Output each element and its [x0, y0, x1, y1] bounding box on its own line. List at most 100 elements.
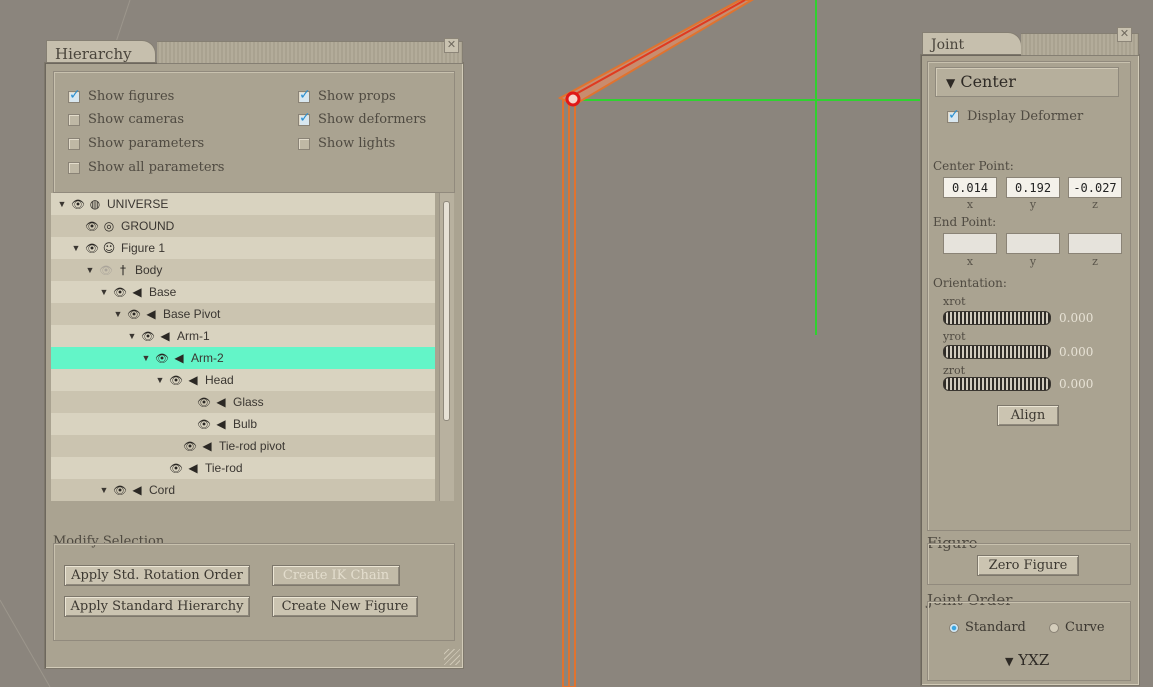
tree-scrollbar-thumb[interactable]: [443, 201, 450, 421]
expand-triangle-icon[interactable]: ▼: [111, 309, 125, 319]
mode-dropdown[interactable]: ▼ Center: [935, 67, 1119, 97]
tree-row[interactable]: 👁︎ ◀ Tie-rod pivot: [51, 435, 435, 457]
tree-node-label[interactable]: Figure 1: [121, 241, 165, 255]
tree-node-label[interactable]: Tie-rod: [205, 461, 243, 475]
eye-visibility-icon[interactable]: 👁︎: [195, 396, 213, 409]
eye-visibility-icon[interactable]: 👁︎: [125, 308, 143, 321]
center-z-input[interactable]: -0.027: [1068, 177, 1122, 198]
show-parameters-checkbox[interactable]: Show parameters: [68, 136, 204, 151]
tree-row[interactable]: 👁︎ ◀ Glass: [51, 391, 435, 413]
tree-row[interactable]: ▼ 👁︎ ◀ Head: [51, 369, 435, 391]
show-lights-checkbox[interactable]: Show lights: [298, 136, 395, 151]
tree-node-label[interactable]: Tie-rod pivot: [219, 439, 285, 453]
eye-visibility-icon[interactable]: 👁︎: [83, 220, 101, 233]
checkbox-box[interactable]: [298, 87, 311, 103]
yrot-dial[interactable]: [943, 345, 1051, 359]
eye-visibility-icon[interactable]: 👁︎: [69, 198, 87, 211]
modify-selection-group: Apply Std. Rotation Order Create IK Chai…: [53, 543, 455, 641]
tree-row[interactable]: 👁︎ ◀ Bulb: [51, 413, 435, 435]
hierarchy-tree[interactable]: ▼ 👁︎ ◍ UNIVERSE 👁︎ ◎ GROUND ▼ 👁︎ ☺ Figure 1 ▼ 👁︎ † Bod…: [51, 193, 437, 501]
eye-visibility-icon[interactable]: 👁︎: [83, 242, 101, 255]
eye-visibility-icon[interactable]: 👁︎: [111, 286, 129, 299]
checkbox-box[interactable]: [68, 137, 80, 150]
create-new-figure-button[interactable]: Create New Figure: [272, 596, 418, 617]
tree-row[interactable]: ▼ 👁︎ † Body: [51, 259, 435, 281]
tree-row[interactable]: ▼ 👁︎ ◀ Base: [51, 281, 435, 303]
tree-node-label[interactable]: Glass: [233, 395, 264, 409]
expand-triangle-icon[interactable]: ▼: [55, 199, 69, 209]
tree-node-label[interactable]: Base Pivot: [163, 307, 220, 321]
show-figures-checkbox[interactable]: Show figures: [68, 87, 174, 104]
standard-radio[interactable]: Standard: [949, 620, 1026, 635]
center-x-input[interactable]: 0.014: [943, 177, 997, 198]
tree-row[interactable]: ▼ 👁︎ ◀ Base Pivot: [51, 303, 435, 325]
tree-node-label[interactable]: GROUND: [121, 219, 174, 233]
checkbox-box[interactable]: [298, 137, 310, 150]
show-cameras-checkbox[interactable]: Show cameras: [68, 112, 184, 127]
tree-node-label[interactable]: Base: [149, 285, 176, 299]
apply-standard-hierarchy-button[interactable]: Apply Standard Hierarchy: [64, 596, 250, 617]
tree-node-label[interactable]: Bulb: [233, 417, 257, 431]
close-icon[interactable]: ✕: [1117, 27, 1132, 42]
show-all-parameters-checkbox[interactable]: Show all parameters: [68, 160, 224, 175]
expand-triangle-icon[interactable]: ▼: [83, 265, 97, 275]
checkbox-box[interactable]: [68, 113, 80, 126]
hierarchy-panel: ✕ Show figures Show cameras Show paramet…: [44, 38, 464, 669]
eye-visibility-icon[interactable]: 👁︎: [195, 418, 213, 431]
tree-row[interactable]: ▼ 👁︎ ◍ UNIVERSE: [51, 193, 435, 215]
expand-triangle-icon[interactable]: ▼: [97, 287, 111, 297]
tree-row[interactable]: 👁︎ ◎ GROUND: [51, 215, 435, 237]
zero-figure-button[interactable]: Zero Figure: [977, 555, 1079, 576]
end-y-input[interactable]: [1006, 233, 1060, 254]
tree-row[interactable]: ▼ 👁︎ ◀ Arm-2: [51, 347, 435, 369]
end-x-input[interactable]: [943, 233, 997, 254]
show-deformers-checkbox[interactable]: Show deformers: [298, 110, 426, 127]
tree-node-label[interactable]: UNIVERSE: [107, 197, 168, 211]
tree-row[interactable]: ▼ 👁︎ ☺ Figure 1: [51, 237, 435, 259]
tree-scrollbar[interactable]: [439, 193, 454, 501]
tree-row[interactable]: ▼ 👁︎ ◀ Arm-1: [51, 325, 435, 347]
show-props-checkbox[interactable]: Show props: [298, 87, 396, 104]
tree-row[interactable]: ▼ 👁︎ ◀ Cord: [51, 479, 435, 501]
expand-triangle-icon[interactable]: ▼: [139, 353, 153, 363]
expand-triangle-icon[interactable]: ▼: [153, 375, 167, 385]
tree-node-label[interactable]: Body: [135, 263, 162, 277]
expand-triangle-icon[interactable]: ▼: [69, 243, 83, 253]
tree-node-label[interactable]: Arm-2: [191, 351, 224, 365]
checkbox-box[interactable]: [68, 87, 81, 103]
xrot-dial[interactable]: [943, 311, 1051, 325]
tree-node-label[interactable]: Arm-1: [177, 329, 210, 343]
eye-visibility-icon[interactable]: 👁︎: [167, 374, 185, 387]
eye-visibility-icon[interactable]: 👁︎: [111, 484, 129, 497]
eye-visibility-icon[interactable]: 👁︎: [181, 440, 199, 453]
radio-dot[interactable]: [949, 622, 959, 633]
expand-triangle-icon[interactable]: ▼: [125, 331, 139, 341]
align-button[interactable]: Align: [997, 405, 1059, 426]
eye-visibility-icon[interactable]: 👁︎: [167, 462, 185, 475]
eye-visibility-icon[interactable]: 👁︎: [139, 330, 157, 343]
resize-grip-icon[interactable]: [444, 649, 460, 665]
tree-node-label[interactable]: Cord: [149, 483, 175, 497]
display-deformer-checkbox[interactable]: Display Deformer: [947, 107, 1083, 124]
eye-visibility-icon[interactable]: 👁︎: [97, 264, 115, 277]
radio-dot[interactable]: [1049, 622, 1059, 633]
curve-radio[interactable]: Curve: [1049, 620, 1105, 635]
expand-triangle-icon[interactable]: ▼: [97, 485, 111, 495]
close-icon[interactable]: ✕: [444, 38, 459, 53]
end-z-input[interactable]: [1068, 233, 1122, 254]
hierarchy-tab[interactable]: Hierarchy: [46, 40, 156, 64]
order-dropdown[interactable]: ▼ YXZ: [1005, 651, 1049, 669]
xrot-value: 0.000: [1059, 311, 1094, 325]
checkbox-box[interactable]: [947, 107, 960, 123]
apply-rotation-order-button[interactable]: Apply Std. Rotation Order: [64, 565, 250, 586]
eye-visibility-icon[interactable]: 👁︎: [153, 352, 171, 365]
checkbox-box[interactable]: [298, 110, 311, 126]
joint-editor-tab[interactable]: Joint Editor: [922, 32, 1022, 69]
center-y-input[interactable]: 0.192: [1006, 177, 1060, 198]
checkbox-box[interactable]: [68, 161, 80, 174]
zrot-dial[interactable]: [943, 377, 1051, 391]
tree-node-label[interactable]: Head: [205, 373, 234, 387]
checkbox-label: Show all parameters: [88, 160, 225, 175]
hierarchy-titlebar[interactable]: [157, 41, 463, 64]
tree-row[interactable]: 👁︎ ◀ Tie-rod: [51, 457, 435, 479]
